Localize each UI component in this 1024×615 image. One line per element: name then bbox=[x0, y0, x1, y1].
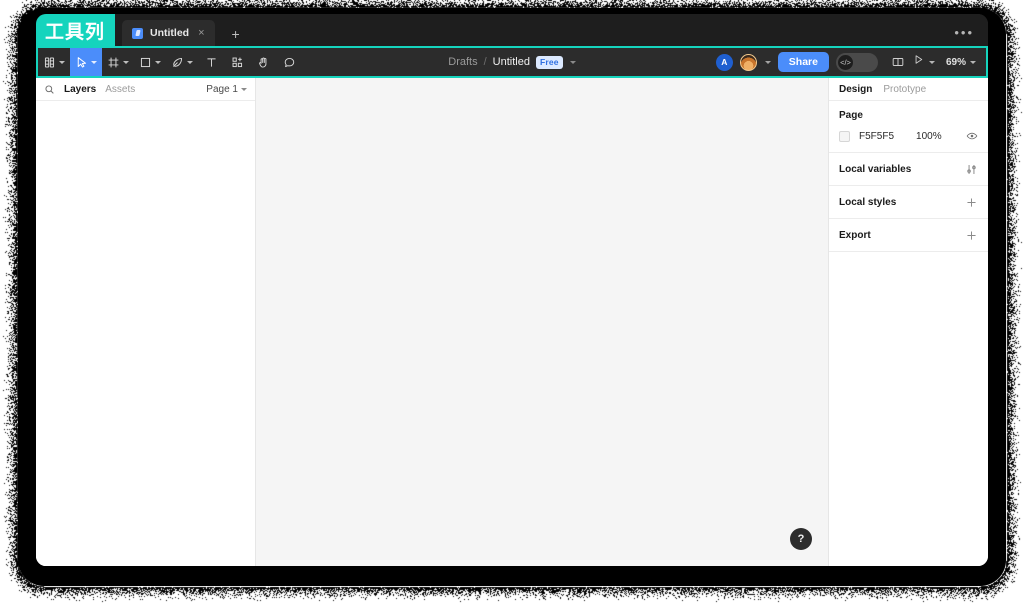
toolbar-button-move[interactable] bbox=[70, 48, 102, 76]
sliders-icon[interactable] bbox=[965, 163, 978, 176]
toolbar-button-main-menu[interactable] bbox=[38, 48, 70, 76]
frame-icon bbox=[107, 56, 120, 69]
row-label: Local variables bbox=[839, 163, 912, 175]
chevron-down-icon bbox=[187, 60, 193, 64]
breadcrumb-current[interactable]: Untitled bbox=[493, 56, 530, 68]
book-icon[interactable] bbox=[891, 55, 905, 69]
page-color-row: F5F5F5 100% bbox=[839, 130, 978, 142]
toolbar-button-text[interactable] bbox=[198, 48, 224, 76]
page-selector-label: Page 1 bbox=[206, 83, 238, 95]
figma-app-window: 工具列 Untitled × + ••• Drafts / Untitled F… bbox=[36, 14, 988, 566]
chevron-down-icon bbox=[155, 60, 161, 64]
hand-icon bbox=[257, 56, 270, 69]
toolbar-button-hand[interactable] bbox=[250, 48, 276, 76]
row-label: Local styles bbox=[839, 196, 897, 208]
figma-logo-icon bbox=[43, 56, 56, 69]
rectangle-icon bbox=[139, 56, 152, 69]
zoom-control[interactable]: 69% bbox=[946, 57, 976, 68]
app-body: Layers Assets Page 1 ? Design Prototype … bbox=[36, 78, 988, 566]
breadcrumb-parent[interactable]: Drafts bbox=[448, 56, 477, 68]
tab-design[interactable]: Design bbox=[839, 84, 872, 95]
opacity-value[interactable]: 100% bbox=[916, 131, 942, 142]
toolbar-button-actions[interactable] bbox=[224, 48, 250, 76]
more-options-icon[interactable]: ••• bbox=[954, 25, 974, 40]
toolbar-button-comment[interactable] bbox=[276, 48, 302, 76]
plus-icon[interactable] bbox=[965, 229, 978, 242]
play-icon bbox=[912, 53, 925, 71]
left-panel: Layers Assets Page 1 bbox=[36, 78, 256, 566]
row-local-styles[interactable]: Local styles bbox=[829, 186, 988, 219]
right-panel: Design Prototype Page F5F5F5 100% Local … bbox=[828, 78, 988, 566]
tab-bar: 工具列 Untitled × + ••• bbox=[36, 14, 988, 46]
breadcrumb-separator: / bbox=[483, 56, 487, 68]
chevron-down-icon[interactable] bbox=[764, 60, 771, 64]
toolbar-button-pen[interactable] bbox=[166, 48, 198, 76]
row-local-variables[interactable]: Local variables bbox=[829, 153, 988, 186]
search-icon[interactable] bbox=[44, 84, 55, 95]
page-section-title: Page bbox=[839, 110, 863, 121]
text-icon bbox=[205, 56, 218, 69]
share-button[interactable]: Share bbox=[777, 52, 829, 72]
chevron-down-icon bbox=[59, 60, 65, 64]
layers-list bbox=[36, 101, 255, 566]
figma-file-icon bbox=[132, 27, 144, 39]
chevron-down-icon bbox=[928, 60, 935, 64]
tab-assets[interactable]: Assets bbox=[105, 84, 135, 95]
right-panel-header: Design Prototype bbox=[829, 78, 988, 101]
chevron-down-icon[interactable] bbox=[569, 60, 576, 64]
chevron-down-icon bbox=[970, 60, 976, 64]
eye-icon[interactable] bbox=[966, 130, 978, 142]
row-export[interactable]: Export bbox=[829, 219, 988, 252]
new-tab-button[interactable]: + bbox=[227, 27, 245, 41]
file-tab-untitled[interactable]: Untitled × bbox=[122, 20, 215, 46]
page-selector[interactable]: Page 1 bbox=[206, 84, 247, 95]
chevron-down-icon bbox=[123, 60, 129, 64]
toolbar-annotation-label: 工具列 bbox=[36, 14, 116, 46]
dev-mode-toggle[interactable]: </> bbox=[835, 52, 878, 72]
tab-layers[interactable]: Layers bbox=[64, 84, 96, 95]
chevron-down-icon bbox=[241, 87, 247, 91]
help-button[interactable]: ? bbox=[790, 528, 812, 550]
row-label: Export bbox=[839, 229, 871, 241]
present-control[interactable] bbox=[912, 53, 935, 71]
plan-badge: Free bbox=[535, 55, 563, 69]
close-icon[interactable]: × bbox=[196, 27, 206, 40]
pen-icon bbox=[171, 56, 184, 69]
left-panel-header: Layers Assets Page 1 bbox=[36, 78, 255, 101]
color-hex-value[interactable]: F5F5F5 bbox=[859, 131, 894, 142]
plus-icon[interactable] bbox=[965, 196, 978, 209]
page-section: Page F5F5F5 100% bbox=[829, 101, 988, 153]
file-tab-title: Untitled bbox=[150, 27, 190, 39]
avatar-initial[interactable]: A bbox=[715, 53, 733, 71]
components-icon bbox=[231, 56, 244, 69]
zoom-level-label: 69% bbox=[945, 56, 966, 68]
avatar-photo[interactable] bbox=[739, 53, 757, 71]
canvas[interactable]: ? bbox=[256, 78, 828, 566]
toolbar-button-shape[interactable] bbox=[134, 48, 166, 76]
main-toolbar: Drafts / Untitled Free A Share </> 69% bbox=[36, 46, 988, 78]
tab-prototype[interactable]: Prototype bbox=[883, 84, 926, 95]
toolbar-right-cluster: A Share </> 69% bbox=[715, 52, 986, 72]
chevron-down-icon bbox=[91, 60, 97, 64]
comment-icon bbox=[283, 56, 296, 69]
code-icon: </> bbox=[837, 54, 853, 70]
cursor-icon bbox=[75, 56, 88, 69]
toolbar-button-frame[interactable] bbox=[102, 48, 134, 76]
color-swatch[interactable] bbox=[839, 130, 850, 142]
